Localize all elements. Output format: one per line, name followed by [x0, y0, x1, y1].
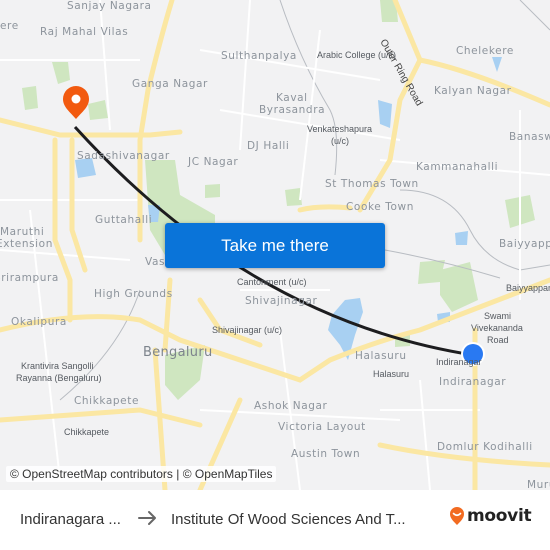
- map-attribution: © OpenStreetMap contributors | © OpenMap…: [6, 466, 277, 482]
- map-label-swami-vivekananda-1: Swami: [484, 311, 512, 321]
- map-label-domlur-kodihalli: Domlur Kodihalli: [437, 441, 533, 453]
- map-label-victoria-layout: Victoria Layout: [278, 421, 366, 433]
- map-label-shivajinagar-station: Shivajinagar (u/c): [212, 325, 283, 335]
- map-label-high-grounds: High Grounds: [94, 288, 173, 300]
- moovit-wordmark: moovit: [467, 506, 532, 526]
- map-label-chikkapete-station: Chikkapete: [64, 427, 110, 437]
- map-label-krantivira-2: Rayanna (Bengaluru): [16, 373, 102, 383]
- map-label-bengaluru: Bengaluru: [143, 345, 213, 360]
- arrow-right-icon: [138, 511, 156, 525]
- map-label-venkateshapura: Venkateshapura: [307, 124, 373, 134]
- map-label-extension: Extension: [0, 238, 53, 250]
- map-label-guttahalli: Guttahalli: [95, 214, 153, 226]
- map-label-shivajinagar: Shivajinagar: [245, 295, 318, 307]
- map-label-srirampura: Srirampura: [0, 272, 59, 284]
- map-label-kaval: Kaval: [276, 92, 308, 104]
- map-label-sadashivanagar: Sadashivanagar: [77, 150, 170, 162]
- map-label-swami-vivekananda-3: Road: [487, 335, 509, 345]
- destination-name: Institute Of Wood Sciences And T...: [171, 511, 406, 528]
- map-label-baiyyappanahalli-station: Baiyyappan: [506, 283, 550, 293]
- map-label-byrasandra: Byrasandra: [259, 104, 326, 116]
- moovit-pin-icon: [450, 507, 464, 525]
- map-label-kammanahalli: Kammanahalli: [416, 161, 499, 173]
- map-label-austin-town: Austin Town: [291, 448, 361, 460]
- map-label-cantonment: Cantonment (u/c): [237, 277, 307, 287]
- map-label-halasuru: Halasuru: [355, 350, 407, 362]
- map-label-kalyan-nagar: Kalyan Nagar: [434, 85, 512, 97]
- map-label-cooke-town: Cooke Town: [346, 201, 414, 213]
- map-label-banaswadi: Banasw: [509, 131, 550, 143]
- map-label-indiranagar: Indiranagar: [439, 376, 507, 388]
- map-label-raj-mahal-vilas: Raj Mahal Vilas: [40, 26, 129, 38]
- map-label-maruthi: Maruthi: [0, 226, 45, 238]
- map-label-ere: ere: [0, 20, 19, 32]
- map[interactable]: Sanjay Nagara Raj Mahal Vilas ere Ganga …: [0, 0, 550, 490]
- map-label-chikkapete: Chikkapete: [74, 395, 140, 407]
- route-footer: Indiranagara ... Institute Of Wood Scien…: [0, 490, 550, 550]
- map-label-st-thomas-town: St Thomas Town: [325, 178, 419, 190]
- origin-stop-name: Indiranagara ...: [20, 511, 121, 528]
- map-label-indiranagar-station: Indiranagar: [436, 357, 482, 367]
- map-label-krantivira-1: Krantivira Sangolli: [21, 361, 94, 371]
- map-label-ashok-nagar: Ashok Nagar: [254, 400, 328, 412]
- map-label-jc-nagar: JC Nagar: [188, 156, 239, 168]
- map-label-chelekere: Chelekere: [456, 45, 514, 57]
- map-label-halasuru-station: Halasuru: [373, 369, 410, 379]
- map-label-venkateshapura-uc: (u/c): [331, 136, 349, 146]
- map-label-swami-vivekananda-2: Vivekananda: [471, 323, 523, 333]
- take-me-there-button[interactable]: Take me there: [165, 223, 385, 268]
- destination-pin-icon[interactable]: [63, 86, 89, 119]
- map-label-okalipura: Okalipura: [11, 316, 67, 328]
- map-label-baiyyappanahalli: Baiyyappa: [499, 238, 550, 250]
- moovit-logo[interactable]: moovit: [449, 506, 532, 526]
- map-label-sanjay-nagara: Sanjay Nagara: [67, 0, 152, 12]
- map-label-murugeshpalya: Muru: [527, 479, 550, 490]
- map-label-ganga-nagar: Ganga Nagar: [132, 78, 208, 90]
- map-label-dj-halli: DJ Halli: [247, 140, 290, 152]
- map-label-sulthanpalya: Sulthanpalya: [221, 50, 297, 62]
